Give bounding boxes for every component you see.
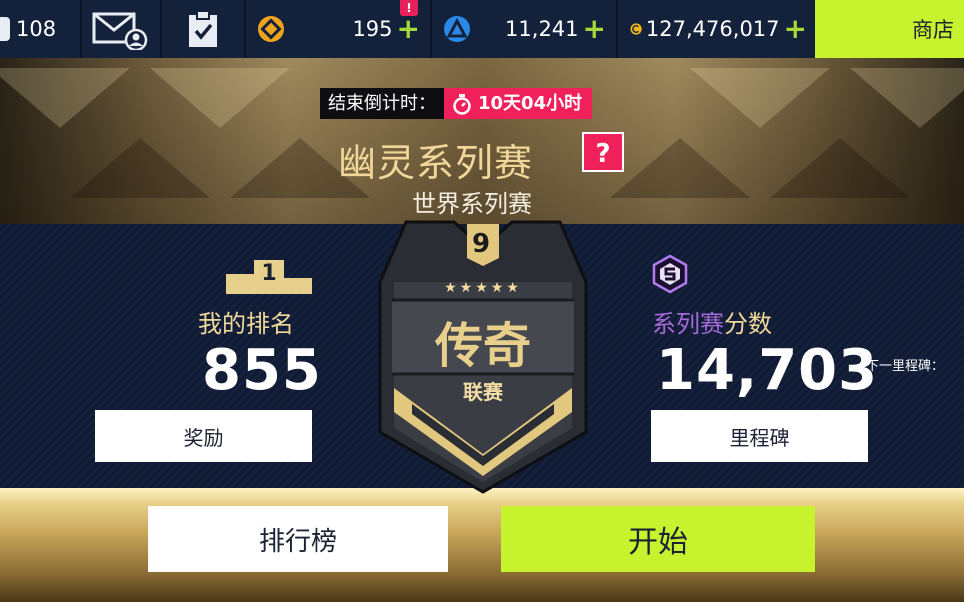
podium-number: 1 bbox=[261, 261, 277, 286]
clipboard-check-icon bbox=[189, 10, 217, 47]
milestones-button[interactable]: 里程碑 bbox=[651, 410, 868, 462]
banner-decoration bbox=[70, 138, 210, 198]
series-subtitle: 世界系列赛 bbox=[412, 190, 532, 218]
series-points-value: 14,703 bbox=[656, 338, 879, 403]
mail-icon bbox=[92, 12, 148, 50]
floor-backdrop bbox=[0, 488, 964, 602]
top-resource-bar: 108 195 + ! 11,241 + 127,476,017 + 商店 bbox=[0, 0, 964, 58]
add-tokens-button[interactable]: + bbox=[397, 15, 420, 43]
my-rank-label: 我的排名 bbox=[198, 310, 294, 338]
next-milestone-label: 下一里程碑： bbox=[866, 359, 945, 374]
countdown-value-box: 10天04小时 bbox=[444, 88, 593, 119]
series-title: 幽灵系列赛 bbox=[338, 141, 534, 185]
blueprint-counter[interactable]: 11,241 + bbox=[432, 0, 618, 58]
series-points-icon bbox=[652, 254, 688, 294]
series-points-label-part1: 系列赛 bbox=[652, 310, 724, 338]
blueprint-icon bbox=[444, 16, 470, 42]
stopwatch-icon bbox=[453, 93, 471, 115]
countdown-value: 10天04小时 bbox=[478, 93, 583, 114]
my-rank-value: 855 bbox=[202, 338, 322, 403]
tasks-button[interactable] bbox=[162, 0, 246, 58]
banner-decoration bbox=[610, 138, 750, 198]
mail-button[interactable] bbox=[82, 0, 162, 58]
token-count: 195 bbox=[352, 17, 393, 41]
help-button[interactable]: ? bbox=[582, 132, 624, 172]
banner-decoration bbox=[0, 68, 130, 128]
start-button[interactable]: 开始 bbox=[501, 506, 815, 572]
notification-badge: ! bbox=[400, 0, 418, 16]
league-name: 传奇 bbox=[434, 318, 531, 374]
countdown-label: 结束倒计时： bbox=[320, 88, 444, 119]
credits-counter[interactable]: 127,476,017 + bbox=[618, 0, 815, 58]
league-suffix: 联赛 bbox=[463, 380, 503, 404]
series-points-label: 系列赛分数 bbox=[652, 304, 772, 339]
rewards-button[interactable]: 奖励 bbox=[95, 410, 312, 462]
series-points-label-part2: 分数 bbox=[724, 310, 772, 338]
banner-decoration bbox=[690, 68, 830, 128]
event-countdown: 结束倒计时： 10天04小时 bbox=[320, 88, 593, 119]
blueprint-count: 11,241 bbox=[505, 17, 579, 41]
fuel-counter[interactable]: 108 bbox=[0, 0, 82, 58]
league-stars: ★★★★★ bbox=[444, 280, 522, 296]
add-credits-button[interactable]: + bbox=[784, 15, 807, 43]
leaderboard-button[interactable]: 排行榜 bbox=[148, 506, 448, 572]
fuel-icon bbox=[0, 17, 10, 41]
shop-button[interactable]: 商店 bbox=[815, 0, 964, 58]
fuel-count: 108 bbox=[16, 17, 57, 41]
banner-decoration bbox=[770, 138, 910, 198]
credits-count: 127,476,017 bbox=[645, 17, 780, 41]
add-blueprints-button[interactable]: + bbox=[583, 15, 606, 43]
banner-decoration bbox=[850, 68, 964, 128]
banner-decoration bbox=[150, 68, 290, 128]
token-icon bbox=[258, 16, 284, 42]
league-tier-number: 9 bbox=[471, 229, 491, 259]
credits-icon bbox=[630, 23, 642, 35]
